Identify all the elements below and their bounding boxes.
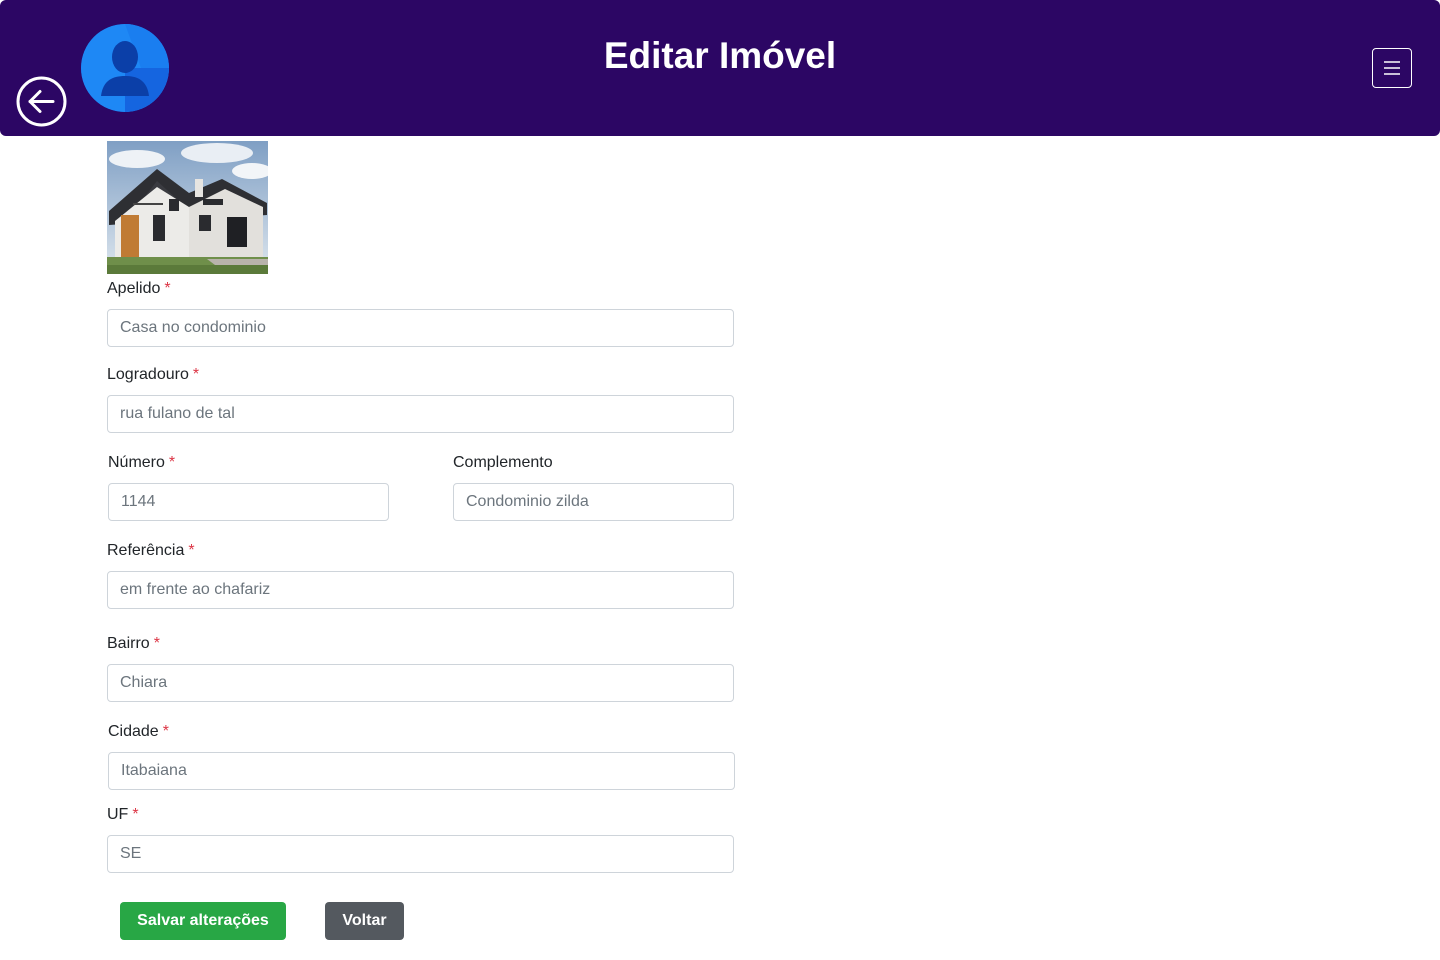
uf-field[interactable] xyxy=(107,835,734,873)
cidade-field[interactable] xyxy=(108,752,735,790)
bairro-label-text: Bairro xyxy=(107,635,150,652)
required-asterisk: * xyxy=(162,723,169,740)
apelido-label: Apelido * xyxy=(107,279,171,299)
complemento-field[interactable] xyxy=(453,483,734,521)
referencia-label-text: Referência xyxy=(107,542,185,559)
apelido-label-text: Apelido xyxy=(107,280,161,297)
numero-label: Número * xyxy=(108,453,175,473)
bairro-field[interactable] xyxy=(107,664,734,702)
logradouro-label-text: Logradouro xyxy=(107,366,189,383)
logradouro-label: Logradouro * xyxy=(107,365,199,385)
apelido-field[interactable] xyxy=(107,309,734,347)
referencia-field[interactable] xyxy=(107,571,734,609)
required-asterisk: * xyxy=(192,366,200,383)
hamburger-menu-icon xyxy=(1384,61,1400,75)
uf-label-text: UF xyxy=(107,806,129,823)
back-arrow-button[interactable] xyxy=(16,76,67,127)
save-changes-button[interactable]: Salvar alterações xyxy=(120,902,286,940)
required-asterisk: * xyxy=(153,635,160,652)
uf-label: UF * xyxy=(107,805,139,825)
bairro-label: Bairro * xyxy=(107,634,160,654)
required-asterisk: * xyxy=(132,806,139,823)
referencia-label: Referência * xyxy=(107,541,195,561)
page-title: Editar Imóvel xyxy=(603,35,837,76)
complemento-label-text: Complemento xyxy=(453,454,553,471)
logradouro-field[interactable] xyxy=(107,395,734,433)
required-asterisk: * xyxy=(188,542,195,559)
cidade-label: Cidade * xyxy=(108,722,169,742)
numero-field[interactable] xyxy=(108,483,389,521)
required-asterisk: * xyxy=(168,454,176,471)
complemento-label: Complemento xyxy=(453,453,553,473)
numero-label-text: Número xyxy=(108,454,165,471)
app-header: Editar Imóvel xyxy=(0,0,1440,136)
menu-toggle-button[interactable] xyxy=(1372,48,1412,88)
back-button[interactable]: Voltar xyxy=(325,902,404,940)
required-asterisk: * xyxy=(164,280,171,297)
arrow-left-circle-icon xyxy=(16,76,67,127)
cidade-label-text: Cidade xyxy=(108,723,159,740)
property-photo xyxy=(107,141,268,274)
